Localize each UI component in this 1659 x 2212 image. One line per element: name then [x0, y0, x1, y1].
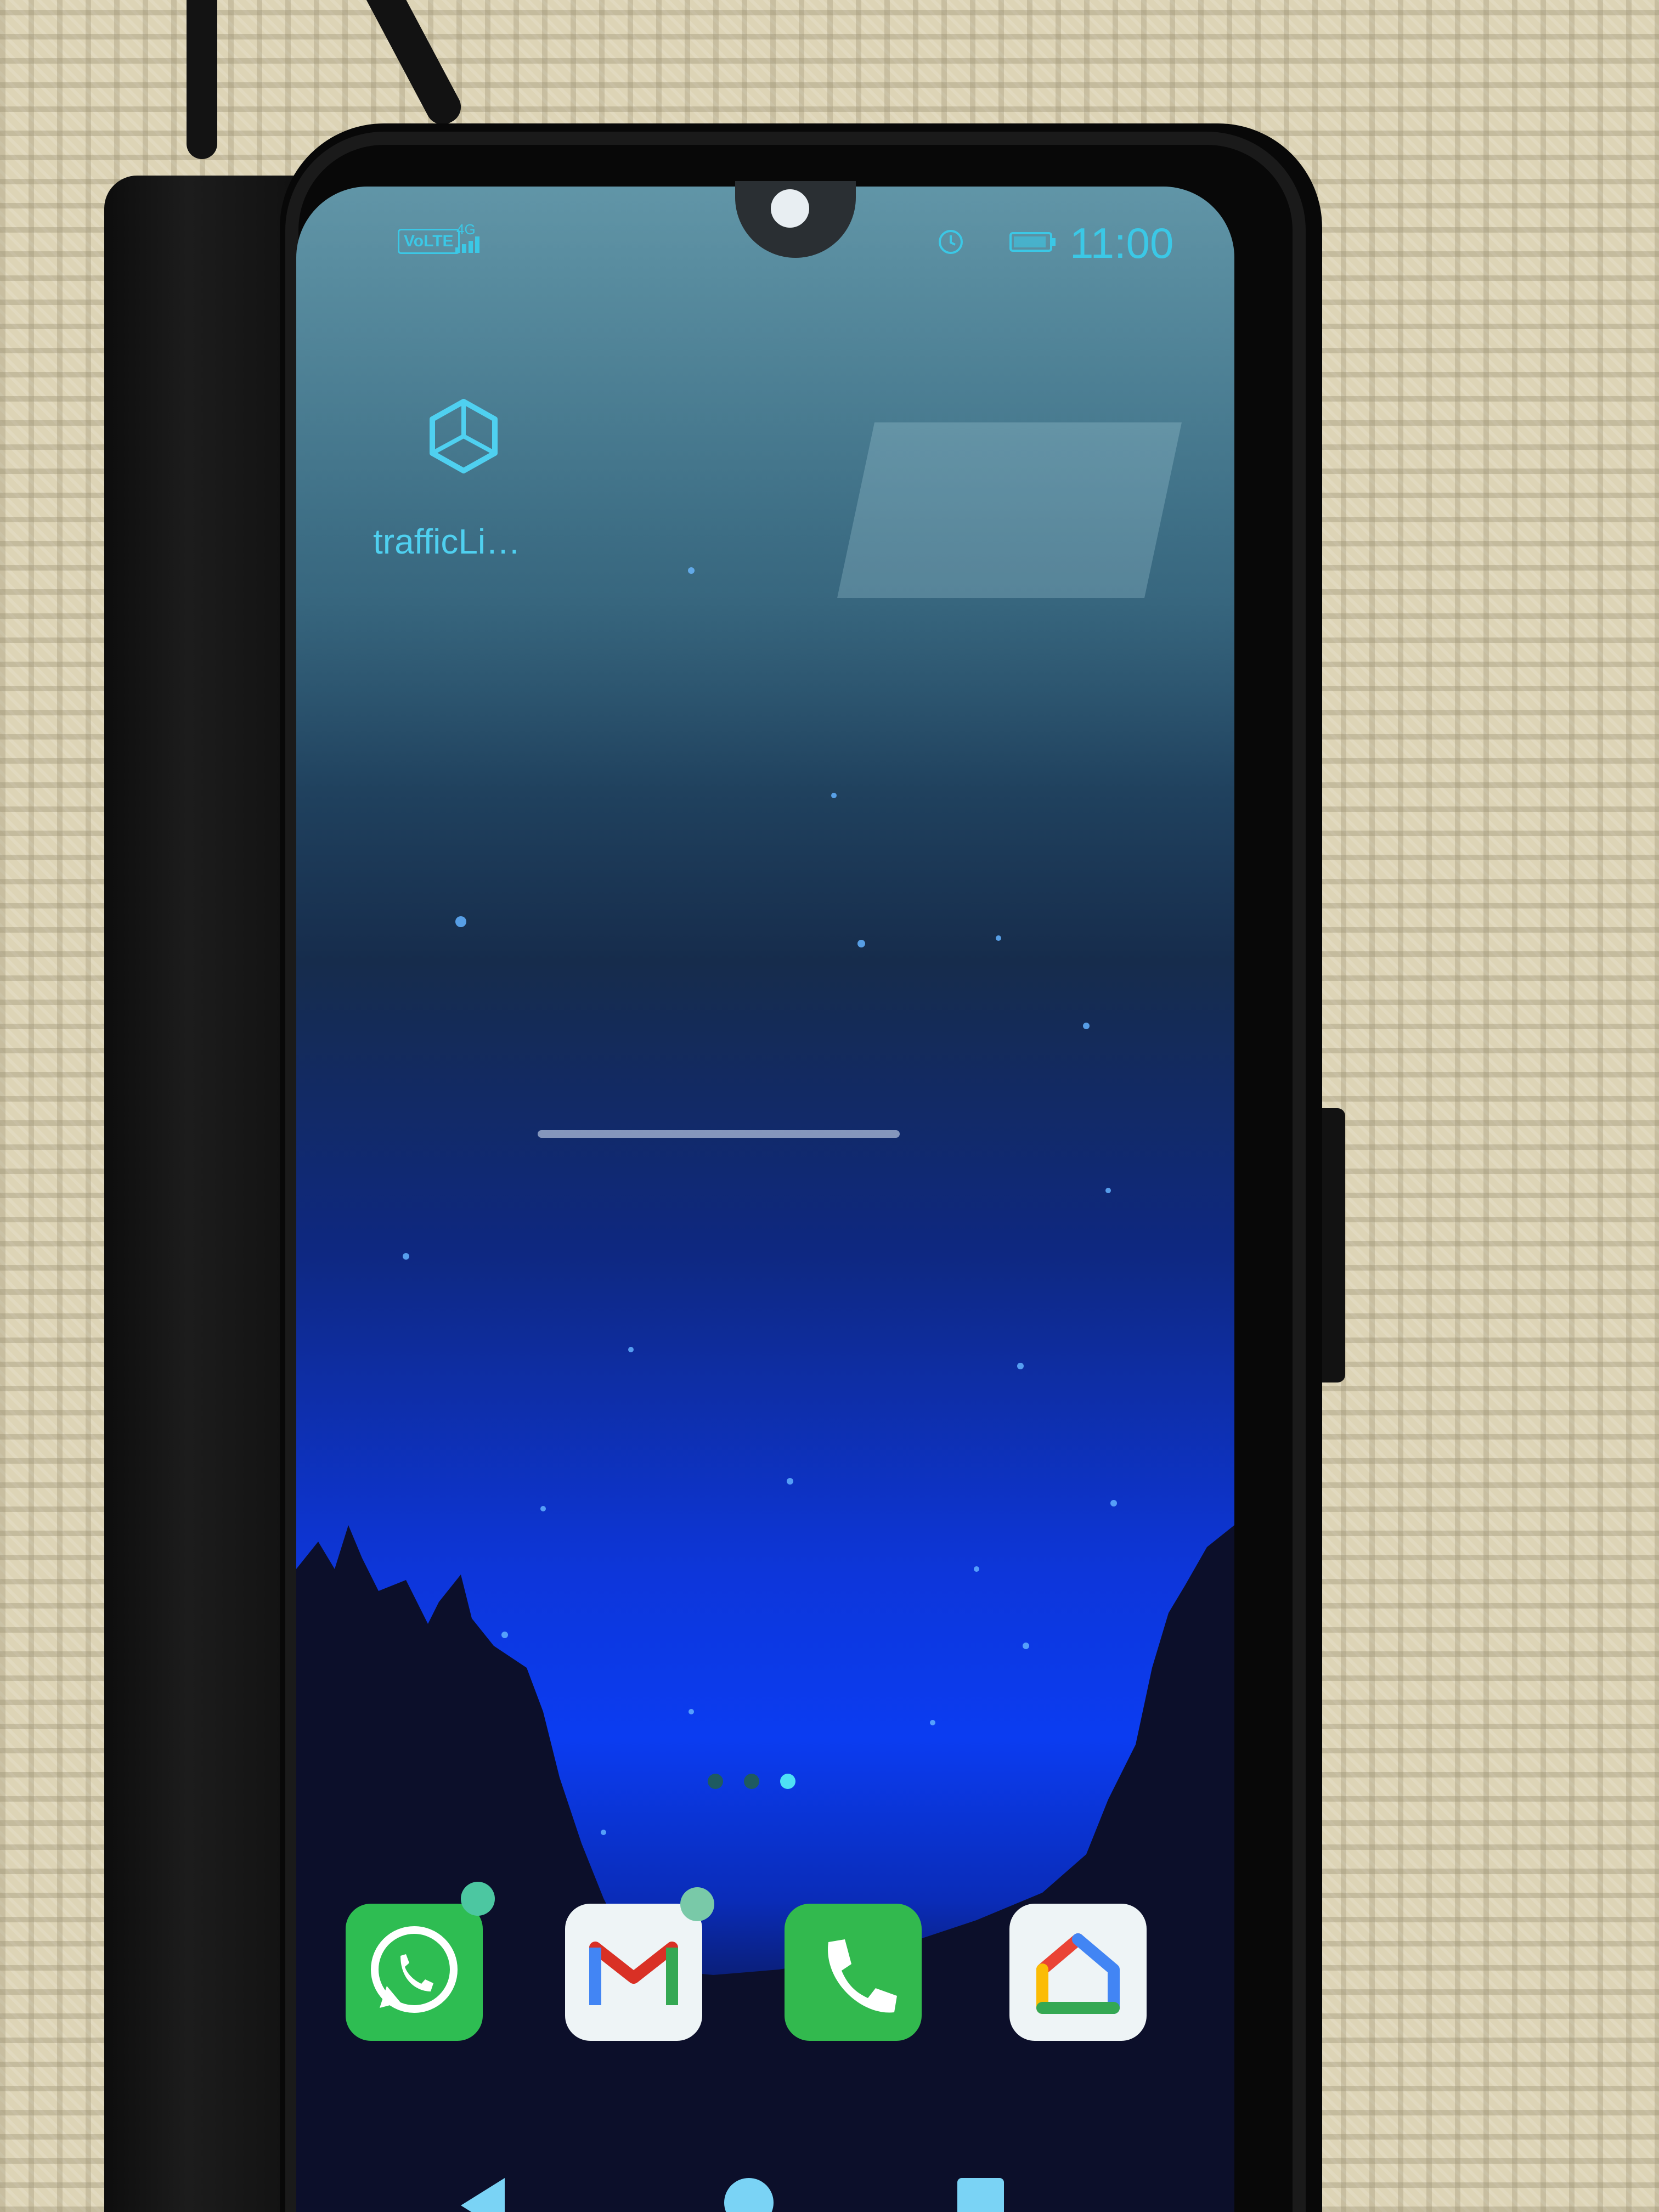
app-shortcut-trafficlight[interactable]: trafficLi… [373, 395, 538, 571]
photo-background-tablecloth: VoLTE 4G 11:00 trafficLi… [0, 0, 1659, 2212]
network-type-label: 4G [456, 221, 476, 238]
back-icon[interactable] [461, 2178, 505, 2212]
tree-silhouette-left [296, 1525, 1234, 2212]
unity-icon [430, 399, 498, 473]
home-icon[interactable] [724, 2178, 774, 2212]
lanyard-strap [358, 0, 467, 131]
alarm-icon [939, 230, 963, 254]
app-label: trafficLi… [373, 522, 521, 561]
page-dot-2[interactable] [744, 1774, 759, 1789]
phone-icon [828, 1939, 897, 2013]
gmail-notification-dot [680, 1887, 714, 1921]
battery-icon [1009, 232, 1056, 252]
whatsapp-notification-dot [461, 1882, 495, 1916]
front-camera [771, 189, 809, 228]
whatsapp-app[interactable] [346, 1904, 483, 2041]
lanyard-cord [187, 0, 217, 159]
gmail-icon [589, 1942, 678, 2005]
google-home-icon [1036, 1933, 1120, 2014]
recents-icon[interactable] [957, 2178, 1004, 2212]
volte-badge: VoLTE [398, 229, 460, 254]
page-dot-3[interactable] [780, 1774, 795, 1789]
phone-app[interactable] [785, 1904, 922, 2041]
status-clock: 11:00 [1070, 219, 1174, 267]
page-dot-1[interactable] [708, 1774, 723, 1789]
screen-reflection-stripe [837, 422, 1182, 598]
app-dock [296, 1882, 1234, 2085]
gmail-app[interactable] [565, 1904, 702, 2041]
navigation-bar [296, 2172, 1234, 2212]
google-home-app[interactable] [1009, 1904, 1147, 2041]
whatsapp-icon [371, 1926, 458, 2013]
phone-screen: VoLTE 4G 11:00 trafficLi… [296, 187, 1234, 2212]
page-indicator [697, 1769, 806, 1791]
signal-strength-icon [455, 236, 479, 253]
screen-reflection-line [538, 1130, 900, 1138]
